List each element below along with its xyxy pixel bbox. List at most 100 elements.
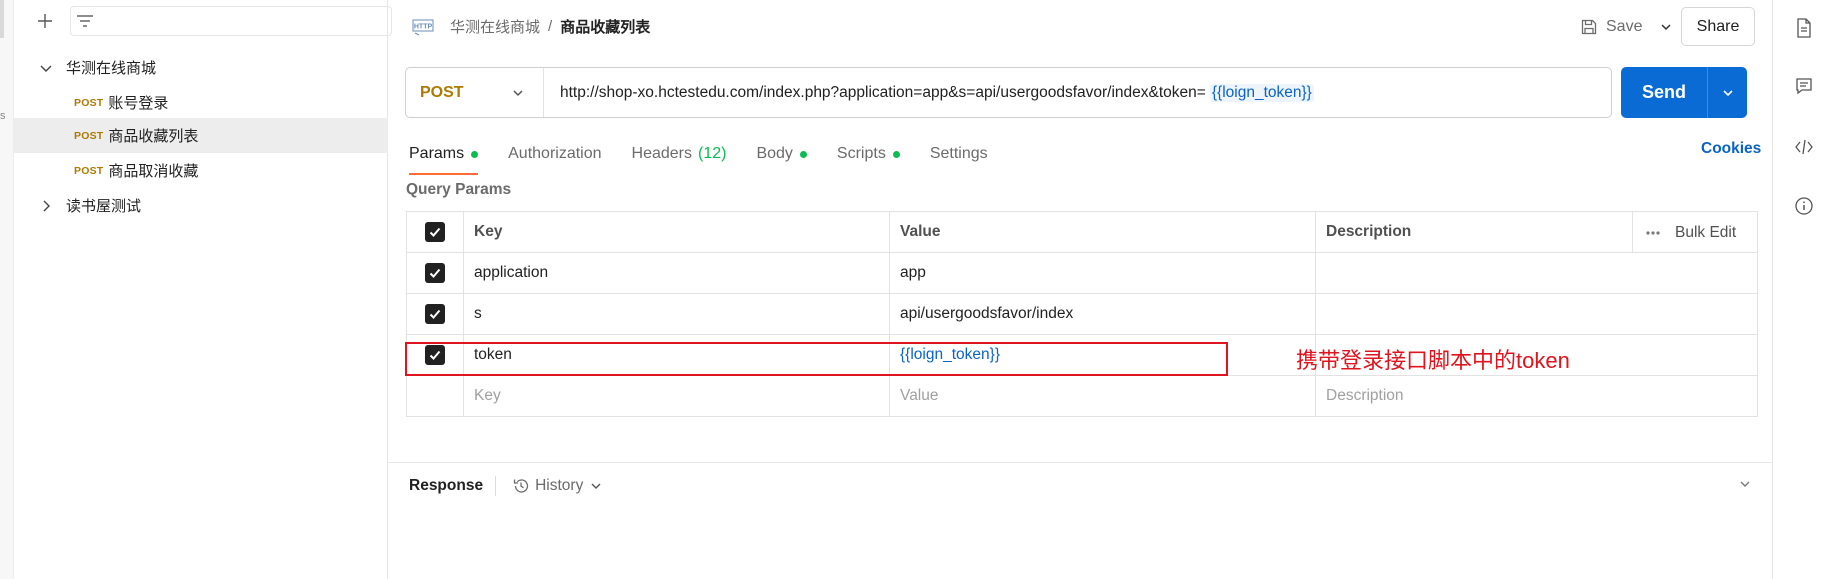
left-edge-strip: s <box>0 0 14 579</box>
table-row-empty: Key Value Description <box>406 375 1758 417</box>
collection-item-bookhouse[interactable]: 读书屋测试 <box>14 188 388 223</box>
param-description[interactable] <box>1315 252 1758 294</box>
row-check-cell <box>406 293 464 335</box>
breadcrumb-parent[interactable]: 华测在线商城 <box>450 16 540 37</box>
response-divider <box>495 475 497 496</box>
tab-settings[interactable]: Settings <box>930 137 988 171</box>
send-label: Send <box>1641 82 1686 102</box>
status-dot <box>471 150 479 158</box>
breadcrumb: HTTP 华测在线商城 / 商品收藏列表 <box>412 13 650 39</box>
right-rail <box>1772 0 1833 579</box>
tab-scripts[interactable]: Scripts <box>837 137 900 171</box>
method-tag: POST <box>74 129 104 142</box>
query-params-title: Query Params <box>406 181 512 198</box>
collection-item-mall[interactable]: 华测在线商城 <box>14 50 388 85</box>
share-button[interactable]: Share <box>1681 7 1755 46</box>
tab-body[interactable]: Body <box>756 137 807 171</box>
breadcrumb-current[interactable]: 商品收藏列表 <box>560 16 650 37</box>
method-value: POST <box>420 83 464 101</box>
tab-scripts-label: Scripts <box>836 145 886 162</box>
app-window: s 华测在线商城 POST 账号登录 POST 商品收藏列表 POST 商品取消… <box>0 0 1833 579</box>
save-label: Save <box>1606 18 1643 35</box>
url-input[interactable]: http://shop-xo.hctestedu.com/index.php?a… <box>544 83 1314 102</box>
collection-label: 华测在线商城 <box>66 60 157 77</box>
tab-authorization[interactable]: Authorization <box>508 137 601 171</box>
chevron-down-icon[interactable] <box>1652 8 1680 46</box>
request-editor: HTTP 华测在线商城 / 商品收藏列表 Save Share POST htt <box>388 0 1772 579</box>
params-table: Key Value Description Bulk Edit applicat… <box>406 211 1758 417</box>
select-all-cell <box>406 211 464 253</box>
filter-icon[interactable] <box>74 10 96 32</box>
request-item-unfavorite[interactable]: POST 商品取消收藏 <box>14 153 388 188</box>
history-label: History <box>535 476 584 494</box>
request-item-favorites[interactable]: POST 商品收藏列表 <box>14 118 388 153</box>
status-dot <box>799 150 807 158</box>
save-icon <box>1581 19 1597 35</box>
comment-icon[interactable] <box>1794 76 1814 96</box>
table-row: s api/usergoodsfavor/index <box>406 293 1758 335</box>
status-dot <box>892 150 900 158</box>
chevron-down-icon[interactable] <box>1708 86 1747 100</box>
chevron-down-icon[interactable] <box>38 60 54 76</box>
edge-mark: s <box>0 110 6 122</box>
response-bar: Response History <box>388 462 1772 508</box>
chevron-right-icon[interactable] <box>38 198 54 214</box>
row-check-cell <box>406 375 464 417</box>
request-tabs: Params Authorization Headers (12) Body Sc… <box>409 137 1018 175</box>
history-icon <box>513 478 529 493</box>
response-label[interactable]: Response <box>409 477 483 495</box>
send-button[interactable]: Send <box>1621 67 1747 118</box>
row-checkbox[interactable] <box>425 263 445 283</box>
chevron-down-icon <box>513 89 523 96</box>
new-value-input[interactable]: Value <box>889 375 1316 417</box>
request-label: 账号登录 <box>108 95 169 112</box>
tab-params-label: Params <box>409 145 465 162</box>
collection-label: 读书屋测试 <box>66 198 142 215</box>
request-label: 商品收藏列表 <box>108 128 199 145</box>
tab-params[interactable]: Params <box>409 137 479 175</box>
url-variable[interactable]: {{loign_token}} <box>1209 83 1314 102</box>
save-button[interactable]: Save <box>1570 8 1652 46</box>
param-key[interactable]: application <box>463 252 890 294</box>
new-description-input[interactable]: Description <box>1315 375 1758 417</box>
param-value[interactable]: app <box>889 252 1316 294</box>
select-all-checkbox[interactable] <box>425 222 445 242</box>
method-tag: POST <box>74 164 104 177</box>
tab-authorization-label: Authorization <box>508 145 602 162</box>
bulk-edit-cell[interactable]: Bulk Edit <box>1632 211 1758 253</box>
key-header: Key <box>463 211 890 253</box>
row-checkbox[interactable] <box>425 304 445 324</box>
edge-active-indicator <box>0 0 4 38</box>
bulk-edit-button[interactable]: Bulk Edit <box>1675 224 1736 242</box>
row-check-cell <box>406 252 464 294</box>
method-tag: POST <box>74 96 104 109</box>
value-header: Value <box>889 211 1316 253</box>
chevron-down-icon <box>591 483 601 489</box>
add-icon[interactable] <box>32 8 58 34</box>
http-icon: HTTP <box>412 19 434 36</box>
param-description[interactable] <box>1315 293 1758 335</box>
svg-text:HTTP: HTTP <box>414 24 433 31</box>
history-button[interactable]: History <box>512 477 608 495</box>
request-item-login[interactable]: POST 账号登录 <box>14 85 388 120</box>
tab-headers[interactable]: Headers (12) <box>632 137 727 171</box>
tab-body-label: Body <box>756 145 793 162</box>
chevron-down-icon[interactable] <box>1738 477 1752 496</box>
annotation-highlight-box <box>405 342 1228 376</box>
method-select[interactable]: POST <box>406 68 544 117</box>
tab-headers-label: Headers <box>631 145 692 162</box>
new-key-input[interactable]: Key <box>463 375 890 417</box>
document-icon[interactable] <box>1794 17 1814 38</box>
param-value[interactable]: api/usergoodsfavor/index <box>889 293 1316 335</box>
request-label: 商品取消收藏 <box>108 163 199 180</box>
breadcrumb-separator: / <box>548 17 553 35</box>
code-icon[interactable] <box>1794 137 1814 157</box>
search-input[interactable] <box>70 6 392 36</box>
info-icon[interactable] <box>1794 196 1814 216</box>
more-icon[interactable] <box>1645 230 1661 236</box>
table-row: application app <box>406 252 1758 294</box>
cookies-link[interactable]: Cookies <box>1701 140 1761 158</box>
sidebar-toolbar <box>14 0 392 44</box>
table-header-row: Key Value Description Bulk Edit <box>406 211 1758 253</box>
param-key[interactable]: s <box>463 293 890 335</box>
